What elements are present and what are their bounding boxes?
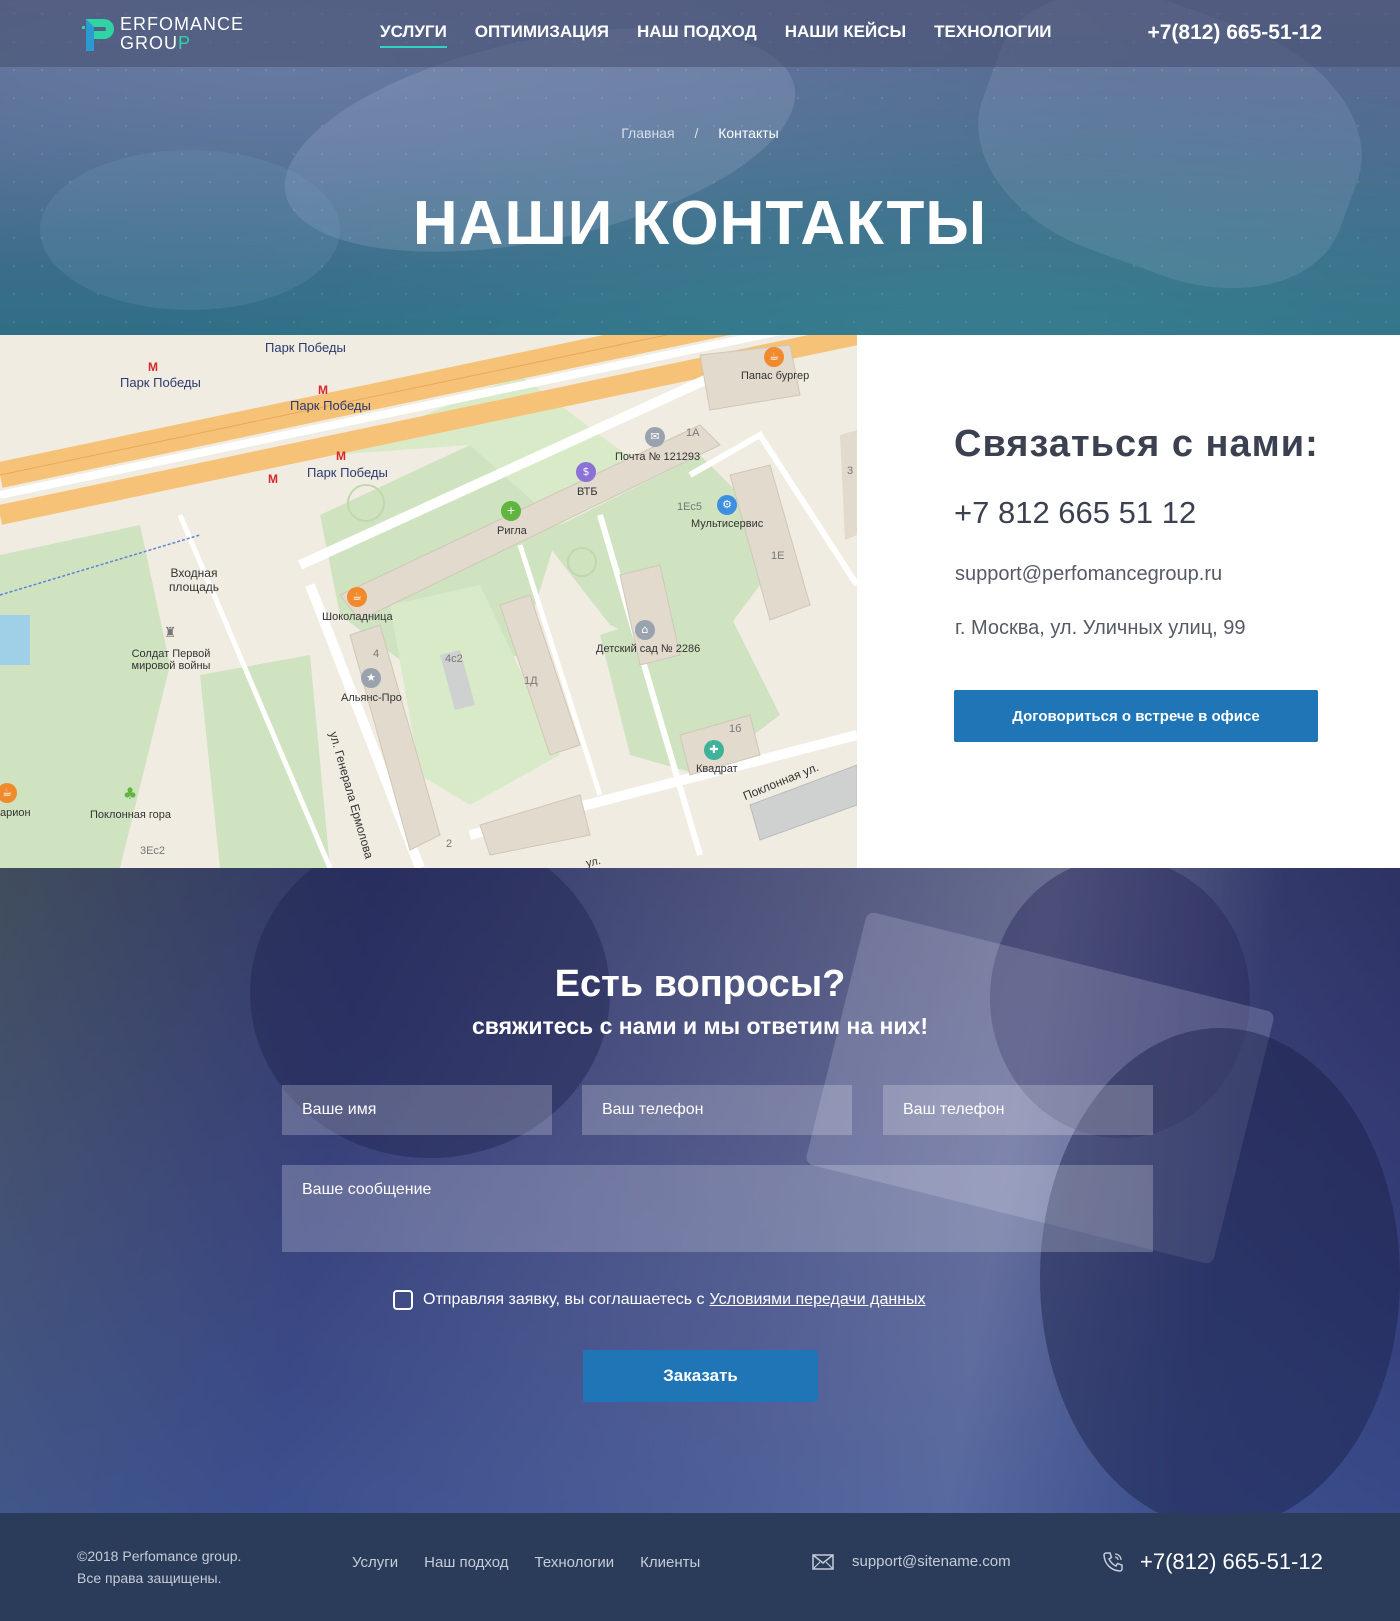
logo-line-1: ERFOMANCE — [120, 14, 245, 34]
bank-icon[interactable]: $ — [576, 462, 596, 482]
footer-nav-approach[interactable]: Наш подход — [424, 1554, 508, 1571]
mail-icon — [812, 1553, 834, 1570]
site-header: ERFOMANCE GROUP УСЛУГИ ОПТИМИЗАЦИЯ НАШ П… — [0, 0, 1400, 67]
metro-icon: М — [318, 383, 328, 397]
consent-checkbox[interactable] — [393, 1290, 413, 1310]
consent-text: Отправляя заявку, вы соглашаетесь с — [423, 1291, 705, 1308]
map-label: Парк Победы — [265, 340, 346, 355]
logo-mark-icon — [82, 19, 114, 51]
cafe-icon[interactable]: ☕ — [347, 587, 367, 607]
contact-title: Связаться с нами: — [954, 423, 1319, 465]
logo-line-2-accent: P — [178, 33, 192, 53]
map-label: Шоколадница — [322, 611, 393, 623]
map-label: 1А — [686, 427, 700, 439]
logo-wordmark: ERFOMANCE GROUP — [120, 15, 244, 53]
map-label: 1Е — [771, 550, 785, 562]
footer-email-text: support@sitename.com — [852, 1553, 1011, 1570]
map-label: Квадрат — [696, 763, 738, 775]
map-label: Ригла — [497, 525, 527, 537]
message-textarea[interactable]: Ваше сообщение — [282, 1165, 1153, 1252]
service-icon[interactable]: ⚙ — [717, 495, 737, 515]
map-label: арион — [0, 807, 31, 819]
breadcrumb-current: Контакты — [718, 125, 779, 141]
map-label: 1Ес5 — [677, 501, 702, 513]
map-label: Поклонная гора — [90, 809, 172, 821]
street-label: ул. — [585, 854, 602, 868]
metro-icon: М — [268, 472, 278, 486]
map-label: Почта № 121293 — [615, 451, 701, 463]
cafe-icon[interactable]: ☕ — [764, 347, 784, 367]
question-form-section: Есть вопросы? свяжитесь с нами и мы отве… — [0, 868, 1400, 1513]
page-title: НАШИ КОНТАКТЫ — [412, 189, 988, 258]
footer-phone-text: +7(812) 665-51-12 — [1140, 1549, 1323, 1574]
form-subheading: свяжитесь с нами и мы ответим на них! — [472, 1013, 928, 1039]
map-label: Парк Победы — [307, 465, 388, 480]
submit-button[interactable]: Заказать — [583, 1350, 818, 1402]
map-label: 4с2 — [445, 653, 463, 665]
logo[interactable]: ERFOMANCE GROUP — [82, 15, 252, 55]
contact-email[interactable]: support@perfomancegroup.ru — [955, 563, 1222, 586]
map-label: 4 — [373, 648, 380, 660]
map-label: 2 — [446, 838, 453, 850]
medical-icon[interactable]: ✚ — [704, 740, 724, 760]
schedule-meeting-button[interactable]: Договориться о встрече в офисе — [954, 690, 1318, 742]
footer-phone[interactable]: +7(812) 665-51-12 — [1102, 1549, 1323, 1575]
nav-item-services[interactable]: УСЛУГИ — [380, 22, 447, 48]
contact-phone[interactable]: +7 812 665 51 12 — [954, 495, 1196, 531]
data-terms-link[interactable]: Условиями передачи данных — [710, 1291, 926, 1309]
contact-panel: Связаться с нами: +7 812 665 51 12 suppo… — [857, 335, 1400, 868]
phone-input[interactable]: Ваш телефон — [582, 1085, 852, 1135]
map-label: Детский сад № 2286 — [596, 643, 701, 655]
map-label: 3Ес2 — [140, 845, 165, 857]
kindergarten-icon[interactable]: ⌂ — [635, 620, 655, 640]
copyright: ©2018 Perfomance group. Все права защище… — [77, 1545, 241, 1589]
metro-icon: М — [148, 360, 158, 374]
main-nav: УСЛУГИ ОПТИМИЗАЦИЯ НАШ ПОДХОД НАШИ КЕЙСЫ… — [380, 22, 1080, 48]
nav-item-approach[interactable]: НАШ ПОДХОД — [637, 22, 757, 48]
dentist-icon[interactable]: ★ — [361, 668, 381, 688]
monument-icon: ♜ — [163, 625, 177, 641]
breadcrumb: Главная / Контакты — [0, 125, 1400, 141]
nav-item-optimization[interactable]: ОПТИМИЗАЦИЯ — [475, 22, 609, 48]
footer-nav-clients[interactable]: Клиенты — [640, 1554, 700, 1571]
contact-address: г. Москва, ул. Уличных улиц, 99 — [955, 617, 1246, 639]
breadcrumb-home[interactable]: Главная — [621, 125, 674, 141]
map-label: ВТБ — [577, 486, 598, 498]
site-footer: ©2018 Perfomance group. Все права защище… — [0, 1513, 1400, 1621]
metro-icon: М — [336, 449, 346, 463]
consent-row: Отправляя заявку, вы соглашаетесь с Усло… — [393, 1290, 926, 1310]
map-label: Парк Победы — [120, 375, 201, 390]
post-office-icon[interactable]: ✉ — [645, 427, 665, 447]
form-heading: Есть вопросы? — [554, 963, 846, 1005]
tree-icon: ♣ — [122, 784, 138, 803]
breadcrumb-separator: / — [694, 125, 699, 141]
map[interactable]: М М М М ☕ ✉ $ ⚙ + ☕ ⌂ ★ ✚ ☕ ♣ ♜ Парк Поб… — [0, 335, 857, 868]
header-phone[interactable]: +7(812) 665-51-12 — [1147, 21, 1322, 45]
hero-banner: ERFOMANCE GROUP УСЛУГИ ОПТИМИЗАЦИЯ НАШ П… — [0, 0, 1400, 335]
footer-nav-services[interactable]: Услуги — [352, 1554, 398, 1571]
map-label: 3 — [847, 465, 854, 477]
map-label: Солдат Первой мировой войны — [131, 648, 211, 672]
map-label: 1Д — [524, 675, 538, 687]
pharmacy-icon[interactable]: + — [501, 501, 521, 521]
map-label: Папас бургер — [741, 370, 810, 382]
copyright-line-2: Все права защищены. — [77, 1570, 222, 1586]
name-input[interactable]: Ваше имя — [282, 1085, 552, 1135]
logo-line-2: GROU — [120, 33, 178, 53]
copyright-line-1: ©2018 Perfomance group. — [77, 1548, 242, 1564]
phone-icon — [1103, 1552, 1123, 1572]
map-label: Альянс-Про — [341, 692, 402, 704]
phone-input-2[interactable]: Ваш телефон — [883, 1085, 1153, 1135]
map-label: 1б — [729, 723, 742, 735]
map-label: Входная площадь — [168, 566, 220, 594]
map-label: Парк Победы — [290, 398, 371, 413]
footer-nav: Услуги Наш подход Технологии Клиенты — [352, 1554, 726, 1571]
footer-nav-technologies[interactable]: Технологии — [535, 1554, 615, 1571]
map-label: Мультисервис — [691, 518, 764, 530]
footer-email[interactable]: support@sitename.com — [812, 1553, 1011, 1570]
nav-item-technologies[interactable]: ТЕХНОЛОГИИ — [934, 22, 1051, 48]
nav-item-cases[interactable]: НАШИ КЕЙСЫ — [785, 22, 906, 48]
